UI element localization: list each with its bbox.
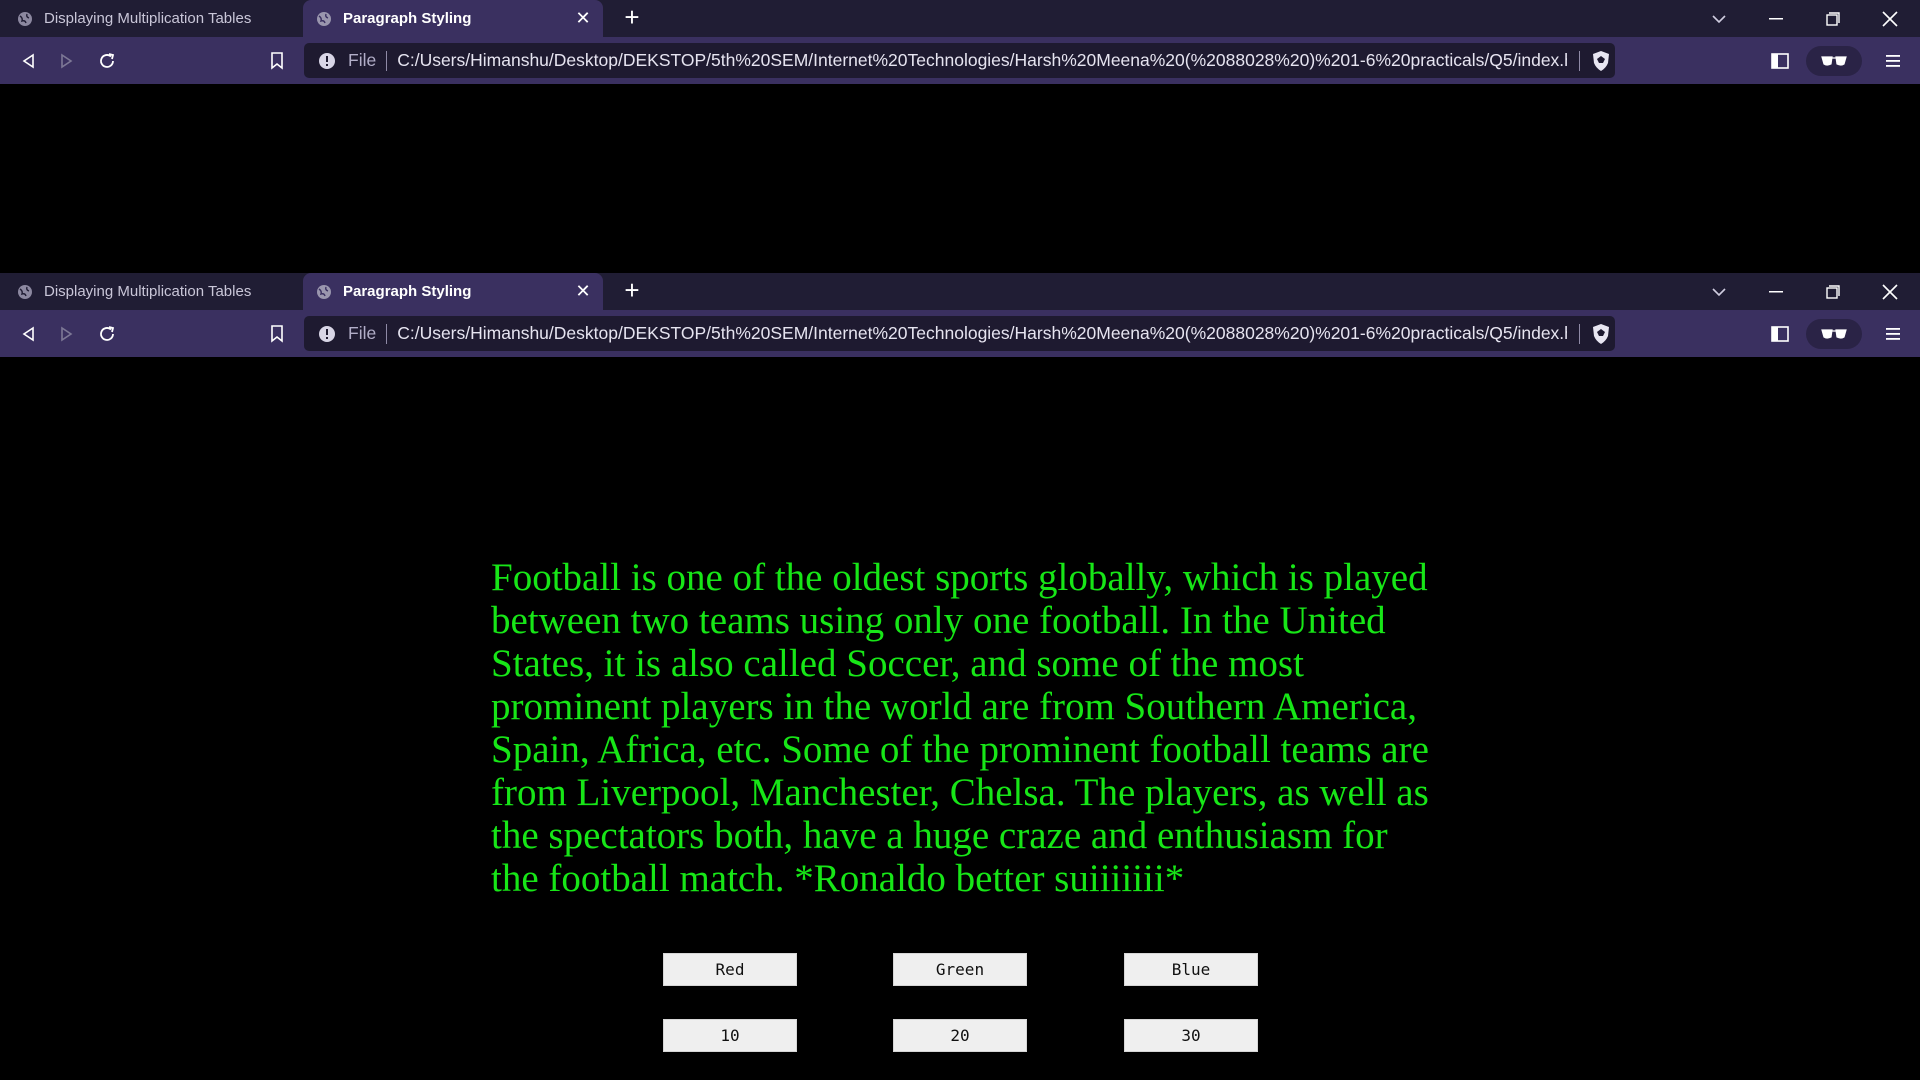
- size-20-button[interactable]: 20: [893, 1019, 1027, 1052]
- green-button[interactable]: Green: [893, 953, 1027, 986]
- restore-icon[interactable]: [1805, 273, 1861, 310]
- back-icon[interactable]: [15, 321, 41, 347]
- url-text[interactable]: C:/Users/Himanshu/Desktop/DEKSTOP/5th%20…: [397, 323, 1567, 344]
- minimize-icon[interactable]: [1748, 0, 1804, 37]
- info-icon[interactable]: [316, 323, 338, 345]
- bookmark-icon[interactable]: [264, 321, 290, 347]
- globe-icon: [315, 10, 333, 28]
- chevron-down-icon[interactable]: [1691, 273, 1747, 310]
- tab-multiplication-tables[interactable]: Displaying Multiplication Tables: [0, 0, 303, 37]
- restore-icon[interactable]: [1805, 0, 1861, 37]
- brave-shield-icon[interactable]: [1590, 49, 1612, 73]
- close-icon[interactable]: ✕: [573, 8, 593, 28]
- toolbar: File C:/Users/Himanshu/Desktop/DEKSTOP/5…: [0, 310, 1920, 357]
- menu-icon[interactable]: [1880, 321, 1906, 347]
- browser-window-top: Displaying Multiplication Tables Paragra…: [0, 0, 1920, 273]
- divider: [1579, 323, 1581, 344]
- chevron-down-icon[interactable]: [1691, 0, 1747, 37]
- info-icon[interactable]: [316, 50, 338, 72]
- red-button[interactable]: Red: [663, 953, 797, 986]
- window-close-icon[interactable]: [1862, 273, 1918, 310]
- tab-title: Paragraph Styling: [343, 10, 472, 27]
- size-30-button[interactable]: 30: [1124, 1019, 1258, 1052]
- address-bar[interactable]: File C:/Users/Himanshu/Desktop/DEKSTOP/5…: [304, 43, 1615, 78]
- brave-shield-icon[interactable]: [1590, 322, 1612, 346]
- back-icon[interactable]: [15, 48, 41, 74]
- tab-title: Paragraph Styling: [343, 283, 472, 300]
- scheme-label: File: [348, 323, 377, 343]
- toolbar: File C:/Users/Himanshu/Desktop/DEKSTOP/5…: [0, 37, 1920, 84]
- window-close-icon[interactable]: [1862, 0, 1918, 37]
- address-bar[interactable]: File C:/Users/Himanshu/Desktop/DEKSTOP/5…: [304, 316, 1615, 351]
- reload-icon[interactable]: [94, 48, 120, 74]
- football-paragraph: Football is one of the oldest sports glo…: [491, 556, 1429, 900]
- globe-icon: [16, 283, 34, 301]
- globe-icon: [16, 10, 34, 28]
- divider: [1579, 50, 1581, 71]
- divider: [386, 323, 388, 344]
- bookmark-icon[interactable]: [264, 48, 290, 74]
- tab-multiplication-tables[interactable]: Displaying Multiplication Tables: [0, 273, 303, 310]
- tab-strip: Displaying Multiplication Tables Paragra…: [0, 0, 1920, 37]
- forward-icon[interactable]: [54, 321, 80, 347]
- url-text[interactable]: C:/Users/Himanshu/Desktop/DEKSTOP/5th%20…: [397, 50, 1567, 71]
- wallet-icon[interactable]: [1806, 46, 1862, 76]
- tab-title: Displaying Multiplication Tables: [44, 10, 252, 27]
- divider: [386, 50, 388, 71]
- tab-title: Displaying Multiplication Tables: [44, 283, 252, 300]
- size-10-button[interactable]: 10: [663, 1019, 797, 1052]
- tab-paragraph-styling[interactable]: Paragraph Styling ✕: [303, 273, 603, 310]
- wallet-icon[interactable]: [1806, 319, 1862, 349]
- globe-icon: [315, 283, 333, 301]
- menu-icon[interactable]: [1880, 48, 1906, 74]
- tab-paragraph-styling[interactable]: Paragraph Styling ✕: [303, 0, 603, 37]
- forward-icon[interactable]: [54, 48, 80, 74]
- plus-icon[interactable]: +: [620, 4, 644, 31]
- sidebar-icon[interactable]: [1767, 321, 1793, 347]
- minimize-icon[interactable]: [1748, 273, 1804, 310]
- page-viewport: Football is one of the oldest sports glo…: [0, 357, 1920, 1080]
- blue-button[interactable]: Blue: [1124, 953, 1258, 986]
- close-icon[interactable]: ✕: [573, 281, 593, 301]
- plus-icon[interactable]: +: [620, 277, 644, 304]
- scheme-label: File: [348, 50, 377, 70]
- sidebar-icon[interactable]: [1767, 48, 1793, 74]
- page-viewport: [0, 84, 1920, 273]
- tab-strip: Displaying Multiplication Tables Paragra…: [0, 273, 1920, 310]
- reload-icon[interactable]: [94, 321, 120, 347]
- browser-window-bottom: Displaying Multiplication Tables Paragra…: [0, 273, 1920, 1080]
